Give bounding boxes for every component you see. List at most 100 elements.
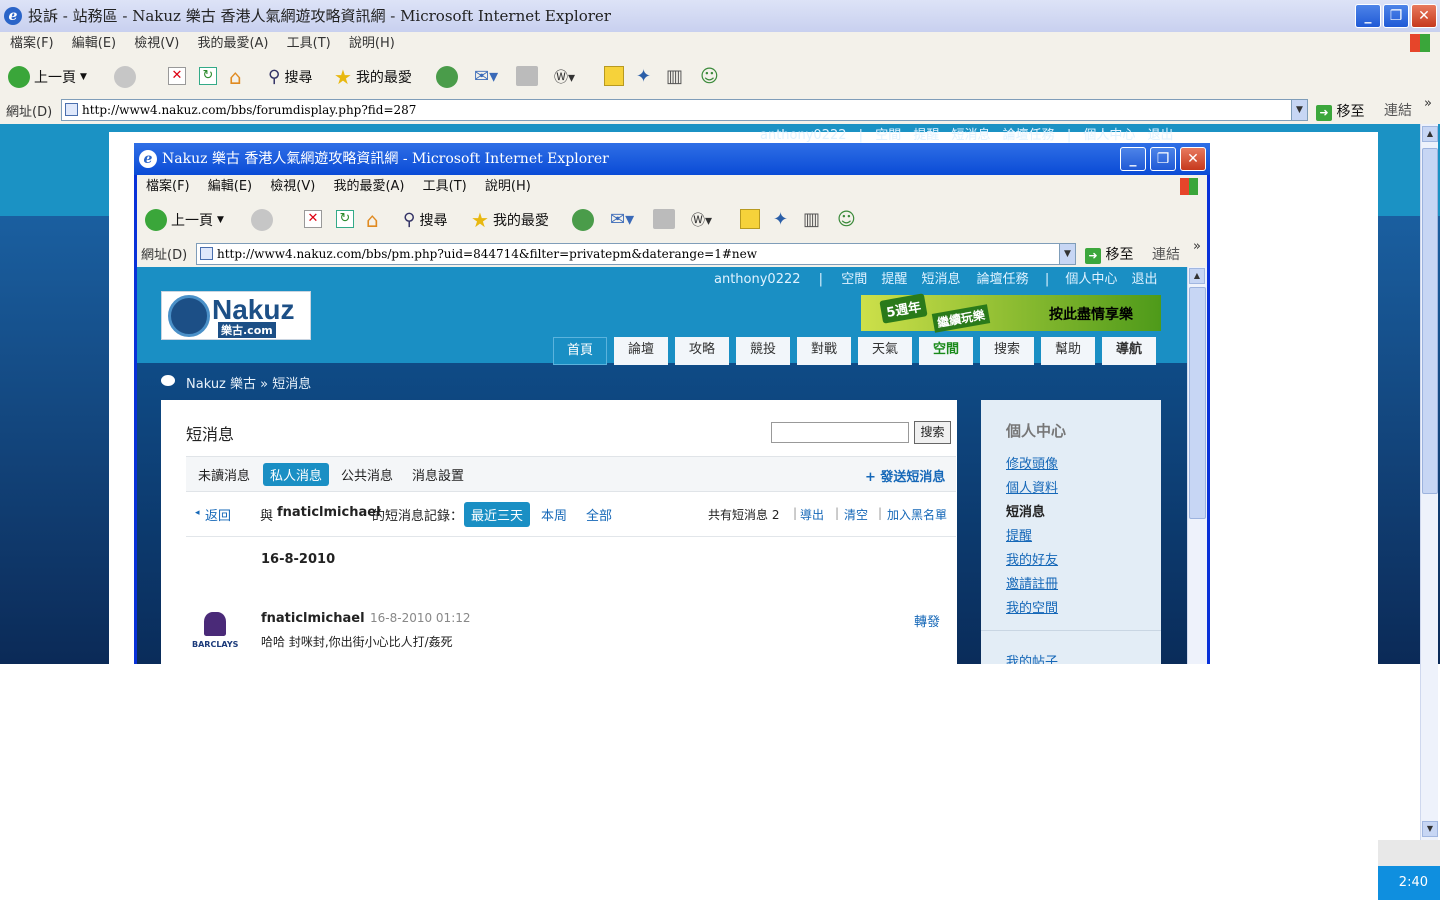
mail-icon[interactable]: ✉▾ [610, 209, 634, 230]
inner-back-button[interactable]: 上一頁 ▼ [145, 206, 224, 234]
tool-icon[interactable]: ✦ [773, 209, 788, 230]
nav-tab-guides[interactable]: 攻略 [675, 337, 729, 365]
sidebar-item-notice[interactable]: 提醒 [1006, 525, 1032, 544]
inner-menu-file[interactable]: 檔案(F) [146, 175, 190, 199]
inner-menu-edit[interactable]: 編輯(E) [208, 175, 252, 199]
send-pm-link[interactable]: + 發送短消息 [865, 466, 945, 485]
nav-tab-auction[interactable]: 競投 [736, 337, 790, 365]
research-icon[interactable]: ▥ [666, 66, 683, 87]
menu-view[interactable]: 檢視(V) [134, 32, 179, 56]
chevron-right-icon[interactable]: » [1424, 96, 1432, 111]
inner-favorites-button[interactable]: ★ 我的最愛 [471, 206, 549, 234]
outer-address-input[interactable]: http://www4.nakuz.com/bbs/forumdisplay.p… [61, 99, 1308, 121]
filter-recent[interactable]: 最近三天 [464, 502, 531, 527]
note-icon[interactable] [604, 66, 624, 86]
menu-favorites[interactable]: 我的最愛(A) [197, 32, 268, 56]
outer-back-button[interactable]: 上一頁 ▼ [8, 63, 87, 91]
edit-icon[interactable]: Ⓦ▾ [691, 210, 712, 230]
address-dropdown-icon[interactable]: ▼ [1059, 244, 1075, 264]
filter-all[interactable]: 全部 [586, 505, 612, 524]
outer-close-button[interactable]: ✕ [1411, 4, 1437, 28]
refresh-icon[interactable]: ↻ [199, 67, 217, 85]
subtab-settings[interactable]: 消息設置 [412, 465, 464, 484]
menu-tools[interactable]: 工具(T) [287, 32, 331, 56]
inner-menu-help[interactable]: 說明(H) [485, 175, 531, 199]
subtab-unread[interactable]: 未讀消息 [198, 465, 250, 484]
site-logout-link[interactable]: 退出 [1132, 272, 1158, 287]
breadcrumb[interactable]: Nakuz 樂古 » 短消息 [186, 373, 311, 392]
inner-links-button[interactable]: 連結 [1152, 244, 1180, 264]
history-user[interactable]: fnaticlmichael [277, 505, 381, 520]
outer-profile-link[interactable]: 個人中心 [1083, 128, 1135, 143]
nav-tab-space[interactable]: 空間 [919, 337, 973, 365]
nav-tab-help[interactable]: 幫助 [1041, 337, 1095, 365]
home-icon[interactable]: ⌂ [366, 208, 379, 232]
tool-icon[interactable]: ✦ [636, 66, 651, 87]
outer-space-link[interactable]: 空間 [875, 128, 901, 143]
site-space-link[interactable]: 空間 [841, 272, 867, 287]
promo-banner[interactable]: 5週年 繼續玩樂 按此盡情享樂 [861, 293, 1161, 333]
back-link[interactable]: 返回 [205, 505, 231, 524]
menu-file[interactable]: 檔案(F) [10, 32, 54, 56]
inner-menu-tools[interactable]: 工具(T) [423, 175, 467, 199]
nav-tab-forum[interactable]: 論壇 [614, 337, 668, 365]
menu-edit[interactable]: 編輯(E) [72, 32, 116, 56]
messenger-icon[interactable]: ☺ [700, 66, 719, 87]
outer-logout-link[interactable]: 退出 [1148, 128, 1174, 143]
site-task-link[interactable]: 論壇任務 [977, 272, 1029, 287]
sidebar-item-posts[interactable]: 我的帖子 [1006, 651, 1058, 664]
pm-search-button[interactable]: 搜索 [914, 421, 951, 444]
nav-tab-search[interactable]: 搜索 [980, 337, 1034, 365]
blacklist-link[interactable]: 加入黑名單 [887, 506, 947, 523]
inner-go-button[interactable]: ➜ 移至 [1085, 244, 1133, 264]
sidebar-item-space[interactable]: 我的空間 [1006, 597, 1058, 616]
inner-scroll-thumb[interactable] [1189, 287, 1206, 519]
inner-minimize-button[interactable]: _ [1120, 147, 1146, 171]
sidebar-item-avatar[interactable]: 修改頭像 [1006, 453, 1058, 472]
outer-search-button[interactable]: ⚲ 搜尋 [268, 63, 312, 91]
export-link[interactable]: 導出 [800, 506, 824, 523]
refresh-icon[interactable]: ↻ [336, 210, 354, 228]
subtab-private[interactable]: 私人消息 [263, 463, 330, 486]
outer-notice-link[interactable]: 提醒 [913, 128, 939, 143]
home-icon[interactable]: ⌂ [229, 65, 242, 89]
subtab-public[interactable]: 公共消息 [341, 465, 393, 484]
nav-tab-battle[interactable]: 對戰 [797, 337, 851, 365]
mail-icon[interactable]: ✉▾ [474, 66, 498, 87]
site-username[interactable]: anthony0222 [714, 272, 801, 287]
nav-tab-navigation[interactable]: 導航 [1102, 337, 1156, 365]
stop-icon[interactable]: ✕ [304, 210, 322, 228]
site-pm-link[interactable]: 短消息 [922, 272, 961, 287]
outer-scroll-thumb[interactable] [1422, 148, 1438, 494]
forward-link[interactable]: 轉發 [914, 611, 940, 630]
history-icon[interactable] [572, 209, 594, 231]
outer-minimize-button[interactable]: _ [1355, 4, 1381, 28]
outer-task-link[interactable]: 論壇任務 [1003, 128, 1055, 143]
inner-close-button[interactable]: ✕ [1180, 147, 1206, 171]
sidebar-item-invite[interactable]: 邀請註冊 [1006, 573, 1058, 592]
outer-maximize-button[interactable]: ❐ [1383, 4, 1409, 28]
nav-tab-weather[interactable]: 天氣 [858, 337, 912, 365]
inner-scrollbar[interactable]: ▲ [1187, 267, 1207, 664]
scroll-down-icon[interactable]: ▼ [1422, 821, 1438, 837]
print-icon[interactable] [653, 209, 675, 229]
stop-icon[interactable]: ✕ [168, 67, 186, 85]
research-icon[interactable]: ▥ [803, 209, 820, 230]
inner-address-input[interactable]: http://www4.nakuz.com/bbs/pm.php?uid=844… [196, 243, 1076, 265]
site-profile-link[interactable]: 個人中心 [1065, 272, 1117, 287]
history-icon[interactable] [436, 66, 458, 88]
pm-search-input[interactable] [771, 422, 909, 443]
scroll-up-icon[interactable]: ▲ [1189, 268, 1205, 284]
outer-username[interactable]: anthony0222 [760, 128, 847, 143]
inner-search-button[interactable]: ⚲ 搜尋 [403, 206, 447, 234]
forward-arrow-icon[interactable] [251, 209, 273, 231]
scroll-up-icon[interactable]: ▲ [1422, 126, 1438, 142]
messenger-icon[interactable]: ☺ [837, 209, 856, 230]
outer-scrollbar[interactable]: ▲ ▼ [1420, 124, 1438, 840]
message-author[interactable]: fnaticlmichael [261, 611, 365, 626]
chevron-right-icon[interactable]: » [1193, 239, 1201, 254]
sidebar-item-friends[interactable]: 我的好友 [1006, 549, 1058, 568]
clear-link[interactable]: 清空 [844, 506, 868, 523]
forward-arrow-icon[interactable] [114, 66, 136, 88]
address-dropdown-icon[interactable]: ▼ [1291, 100, 1307, 120]
